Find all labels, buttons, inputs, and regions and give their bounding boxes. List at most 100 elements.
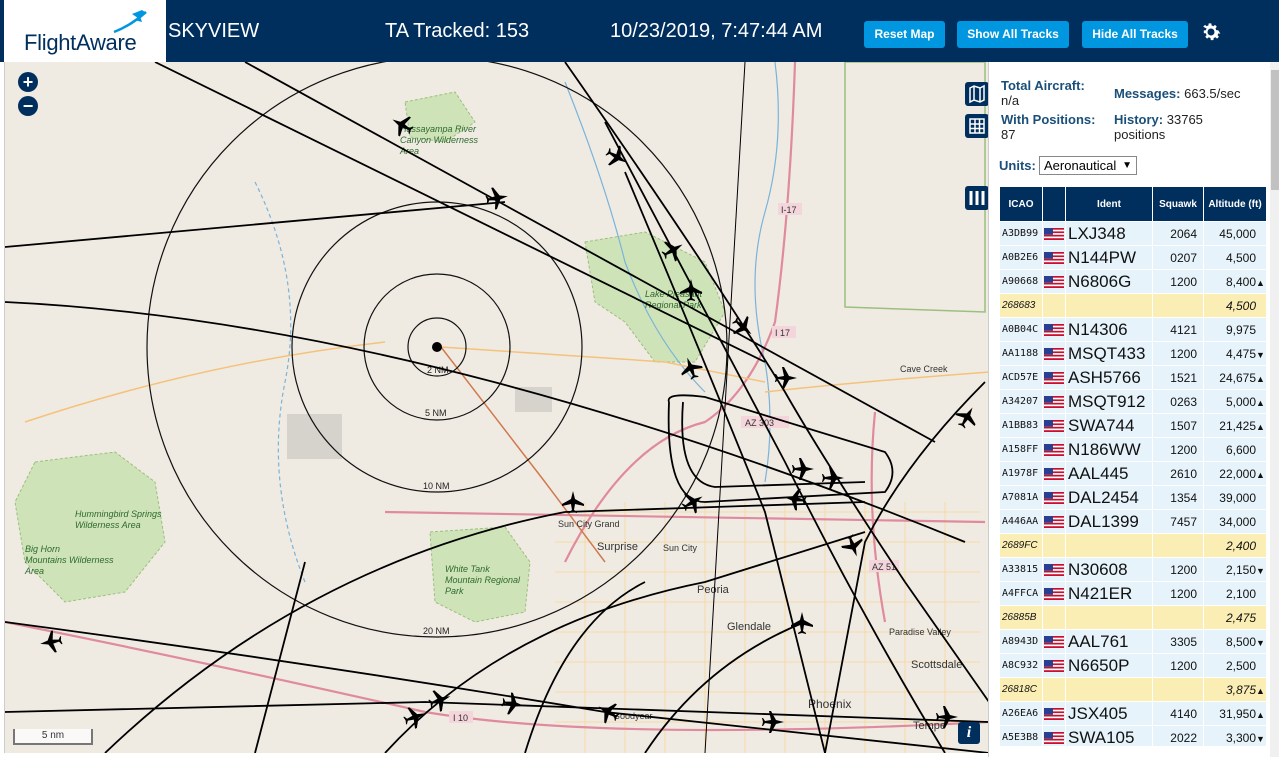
squawk-cell: [1153, 606, 1203, 629]
us-flag-icon: [1044, 563, 1064, 576]
units-select[interactable]: Aeronautical ▼: [1039, 156, 1137, 175]
flag-cell: [1043, 678, 1065, 701]
icao-cell: A158FF: [1000, 438, 1042, 461]
city-label: Glendale: [727, 621, 771, 633]
altitude-value: 2,150: [1225, 562, 1256, 577]
table-row[interactable]: A0B04C N14306 4121 9,975: [1000, 318, 1266, 341]
table-row[interactable]: A0B2E6 N144PW 0207 4,500: [1000, 246, 1266, 269]
road-shield: I 10: [453, 713, 468, 723]
city-label: Cave Creek: [900, 364, 948, 374]
column-toggle-button[interactable]: [965, 186, 988, 210]
altitude-trend-icon: ▼: [1256, 565, 1265, 576]
table-row[interactable]: ACD57E ASH5766 1521 24,675▲: [1000, 366, 1266, 389]
table-row[interactable]: A8C932 N6650P 1200 2,500: [1000, 654, 1266, 677]
altitude-trend-icon: ▼: [1256, 349, 1265, 360]
table-row[interactable]: A158FF N186WW 1200 6,600: [1000, 438, 1266, 461]
table-row[interactable]: A34207 MSQT912 0263 5,000▲: [1000, 390, 1266, 413]
timestamp: 10/23/2019, 7:47:44 AM: [610, 20, 823, 42]
zoom-out-button[interactable]: −: [18, 96, 38, 116]
us-flag-icon: [1044, 419, 1064, 432]
ident-cell: [1066, 606, 1152, 629]
altitude-cell: 21,425▲: [1204, 414, 1266, 437]
us-flag-icon: [1044, 659, 1064, 672]
aircraft-markers: [40, 116, 976, 733]
map-view[interactable]: 2 NM 5 NM 10 NM 20 NM Hassayampa River Ca…: [4, 62, 988, 753]
road-shield: I-17: [781, 205, 797, 215]
altitude-cell: 4,500: [1204, 294, 1266, 317]
icao-cell: A446AA: [1000, 510, 1042, 533]
table-row[interactable]: A4FFCA N421ER 1200 2,100: [1000, 582, 1266, 605]
squawk-cell: [1153, 534, 1203, 557]
receiver-site: [432, 342, 442, 352]
col-header-squawk[interactable]: Squawk: [1153, 187, 1203, 221]
col-header-altitude[interactable]: Altitude (ft): [1204, 187, 1266, 221]
table-row[interactable]: A26EA6 JSX405 4140 31,950▲: [1000, 702, 1266, 725]
table-row[interactable]: AA1188 MSQT433 1200 4,475▼: [1000, 342, 1266, 365]
total-aircraft-value: n/a: [1001, 93, 1020, 108]
flag-cell: [1043, 390, 1065, 413]
table-row[interactable]: 26885B 2,475: [1000, 606, 1266, 629]
col-header-icao[interactable]: ICAO: [1000, 187, 1042, 221]
with-positions-stat: With Positions: 87: [1001, 112, 1116, 142]
columns-icon: [969, 191, 985, 205]
map-canvas[interactable]: 2 NM 5 NM 10 NM 20 NM Hassayampa River Ca…: [5, 62, 988, 753]
ident-cell: [1066, 678, 1152, 701]
table-row[interactable]: A446AA DAL1399 7457 34,000: [1000, 510, 1266, 533]
total-aircraft-label: Total Aircraft:: [1001, 78, 1085, 93]
col-header-ident[interactable]: Ident: [1066, 187, 1152, 221]
table-row[interactable]: A5E3B8 SWA105 2022 3,300▼: [1000, 726, 1266, 746]
table-row[interactable]: A33815 N30608 1200 2,150▼: [1000, 558, 1266, 581]
city-label: Scottsdale: [911, 659, 962, 671]
units-value: Aeronautical: [1044, 158, 1117, 173]
hide-all-tracks-button[interactable]: Hide All Tracks: [1082, 21, 1188, 48]
scrollbar-thumb[interactable]: [1271, 70, 1279, 190]
table-row[interactable]: 26818C 3,875▲: [1000, 678, 1266, 701]
flag-cell: [1043, 630, 1065, 653]
grid-icon: [969, 118, 985, 134]
flight-tracks: [5, 62, 988, 753]
table-row[interactable]: 2689FC 2,400: [1000, 534, 1266, 557]
show-all-tracks-button[interactable]: Show All Tracks: [957, 21, 1069, 48]
table-row[interactable]: A90668 N6806G 1200 8,400▲: [1000, 270, 1266, 293]
altitude-trend-icon: ▲: [1256, 277, 1265, 288]
table-row[interactable]: A7081A DAL2454 1354 39,000: [1000, 486, 1266, 509]
table-row[interactable]: A8943D AAL761 3305 8,500▼: [1000, 630, 1266, 653]
flag-cell: [1043, 414, 1065, 437]
zoom-in-button[interactable]: +: [18, 72, 38, 92]
icao-cell: A5E3B8: [1000, 726, 1042, 746]
altitude-cell: 24,675▲: [1204, 366, 1266, 389]
altitude-cell: 4,475▼: [1204, 342, 1266, 365]
ident-cell: [1066, 294, 1152, 317]
reset-map-button[interactable]: Reset Map: [864, 21, 945, 48]
table-row[interactable]: A3DB99 LXJ348 2064 45,000: [1000, 222, 1266, 245]
aircraft-panel: Total Aircraft: n/a Messages: 663.5/sec …: [988, 62, 1279, 757]
table-row[interactable]: A1978F AAL445 2610 22,000▲: [1000, 462, 1266, 485]
us-flag-icon: [1044, 467, 1064, 480]
altitude-trend-icon: ▲: [1256, 685, 1265, 696]
altitude-cell: 9,975: [1204, 318, 1266, 341]
history-label: History:: [1114, 112, 1164, 127]
us-flag-icon: [1044, 443, 1064, 456]
flag-cell: [1043, 246, 1065, 269]
col-header-flag[interactable]: [1043, 187, 1065, 221]
altitude-cell: 5,000▲: [1204, 390, 1266, 413]
grid-toggle-button[interactable]: [965, 114, 988, 138]
info-button[interactable]: i: [958, 722, 980, 744]
panel-scrollbar[interactable]: [1270, 62, 1279, 757]
flightaware-logo[interactable]: FlightAware: [4, 0, 166, 62]
squawk-cell: 1200: [1153, 654, 1203, 677]
altitude-trend-icon: ▲: [1256, 397, 1265, 408]
map-layers-button[interactable]: [965, 82, 988, 106]
aircraft-table-container[interactable]: ICAO Ident Squawk Altitude (ft) A3DB99 LX…: [999, 186, 1267, 746]
altitude-cell: 3,875▲: [1204, 678, 1266, 701]
altitude-cell: 45,000: [1204, 222, 1266, 245]
altitude-value: 22,000: [1219, 466, 1256, 481]
ident-cell: MSQT912: [1066, 390, 1152, 413]
highways: [5, 62, 988, 732]
table-row[interactable]: 268683 4,500: [1000, 294, 1266, 317]
icao-cell: A90668: [1000, 270, 1042, 293]
table-row[interactable]: A1BB83 SWA744 1507 21,425▲: [1000, 414, 1266, 437]
gear-icon[interactable]: [1199, 20, 1223, 44]
squawk-cell: 4121: [1153, 318, 1203, 341]
icao-cell: A1978F: [1000, 462, 1042, 485]
